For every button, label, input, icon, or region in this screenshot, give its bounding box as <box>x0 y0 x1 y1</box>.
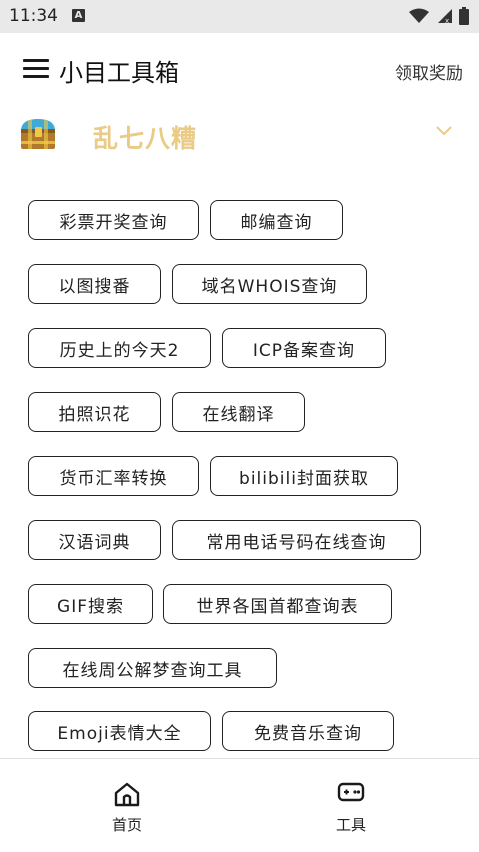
tool-chip-phone-lookup[interactable]: 常用电话号码在线查询 <box>172 520 421 560</box>
tool-chip-capitals[interactable]: 世界各国首都查询表 <box>163 584 392 624</box>
nav-home-label: 首页 <box>111 816 142 834</box>
tool-chip-music[interactable]: 免费音乐查询 <box>222 711 394 751</box>
svg-text:x: x <box>445 17 449 24</box>
nav-tools-label: 工具 <box>335 816 366 834</box>
tool-chip-image-search[interactable]: 以图搜番 <box>28 264 161 304</box>
page-title: 小目工具箱 <box>59 59 179 87</box>
tool-chip-emoji[interactable]: Emoji表情大全 <box>28 711 211 751</box>
tool-chip-dictionary[interactable]: 汉语词典 <box>28 520 161 560</box>
tool-chip-gif-search[interactable]: GIF搜索 <box>28 584 153 624</box>
gamepad-icon <box>337 782 365 802</box>
treasure-chest-icon <box>21 119 55 149</box>
category-title: 乱七八糟 <box>93 124 198 153</box>
nav-tools[interactable]: 工具 <box>291 759 411 852</box>
category-header[interactable]: 乱七八糟 <box>0 105 479 167</box>
tool-chip-history-today[interactable]: 历史上的今天2 <box>28 328 211 368</box>
wifi-icon <box>409 8 429 23</box>
tool-chip-currency[interactable]: 货币汇率转换 <box>28 456 199 496</box>
home-icon <box>114 782 140 807</box>
tool-chip-bilibili-cover[interactable]: bilibili封面获取 <box>210 456 398 496</box>
tool-chip-translate[interactable]: 在线翻译 <box>172 392 305 432</box>
menu-button[interactable] <box>23 59 49 79</box>
tool-chip-postcode[interactable]: 邮编查询 <box>210 200 343 240</box>
tool-chip-icp[interactable]: ICP备案查询 <box>222 328 386 368</box>
battery-icon <box>459 7 469 25</box>
tool-chip-dream[interactable]: 在线周公解梦查询工具 <box>28 648 277 688</box>
status-icons: x <box>409 7 469 25</box>
tool-chip-lottery[interactable]: 彩票开奖查询 <box>28 200 199 240</box>
app-bar: 小目工具箱 领取奖励 <box>0 33 479 105</box>
notification-icon: A <box>72 9 85 22</box>
signal-icon: x <box>438 9 452 24</box>
tool-chip-whois[interactable]: 域名WHOIS查询 <box>172 264 367 304</box>
nav-home[interactable]: 首页 <box>67 759 187 852</box>
bottom-navigation: 首页 工具 <box>0 758 479 852</box>
claim-reward-button[interactable]: 领取奖励 <box>395 59 463 84</box>
chevron-down-icon <box>436 126 452 136</box>
tool-chip-flower-id[interactable]: 拍照识花 <box>28 392 161 432</box>
status-bar: 11:34 A x <box>0 0 479 33</box>
status-time: 11:34 <box>9 6 58 26</box>
